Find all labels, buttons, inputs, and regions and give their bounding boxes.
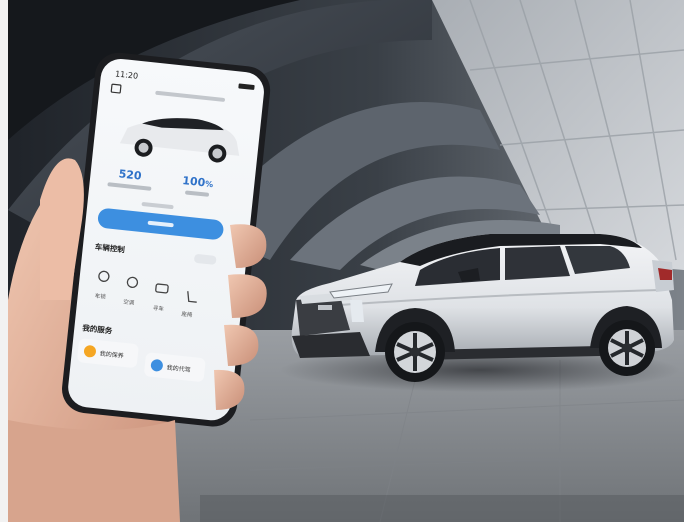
- range-value: 520: [118, 167, 143, 182]
- battery-unit: %: [205, 179, 214, 189]
- battery-value: 100: [182, 174, 207, 189]
- car-advertisement-photo: 11:20 520 100 % 车辆控制 车锁 空调 寻车 座椅 我的服务 我的…: [0, 0, 684, 522]
- photo-scene: 11:20 520 100 % 车辆控制 车锁 空调 寻车 座椅 我的服务 我的…: [0, 0, 684, 522]
